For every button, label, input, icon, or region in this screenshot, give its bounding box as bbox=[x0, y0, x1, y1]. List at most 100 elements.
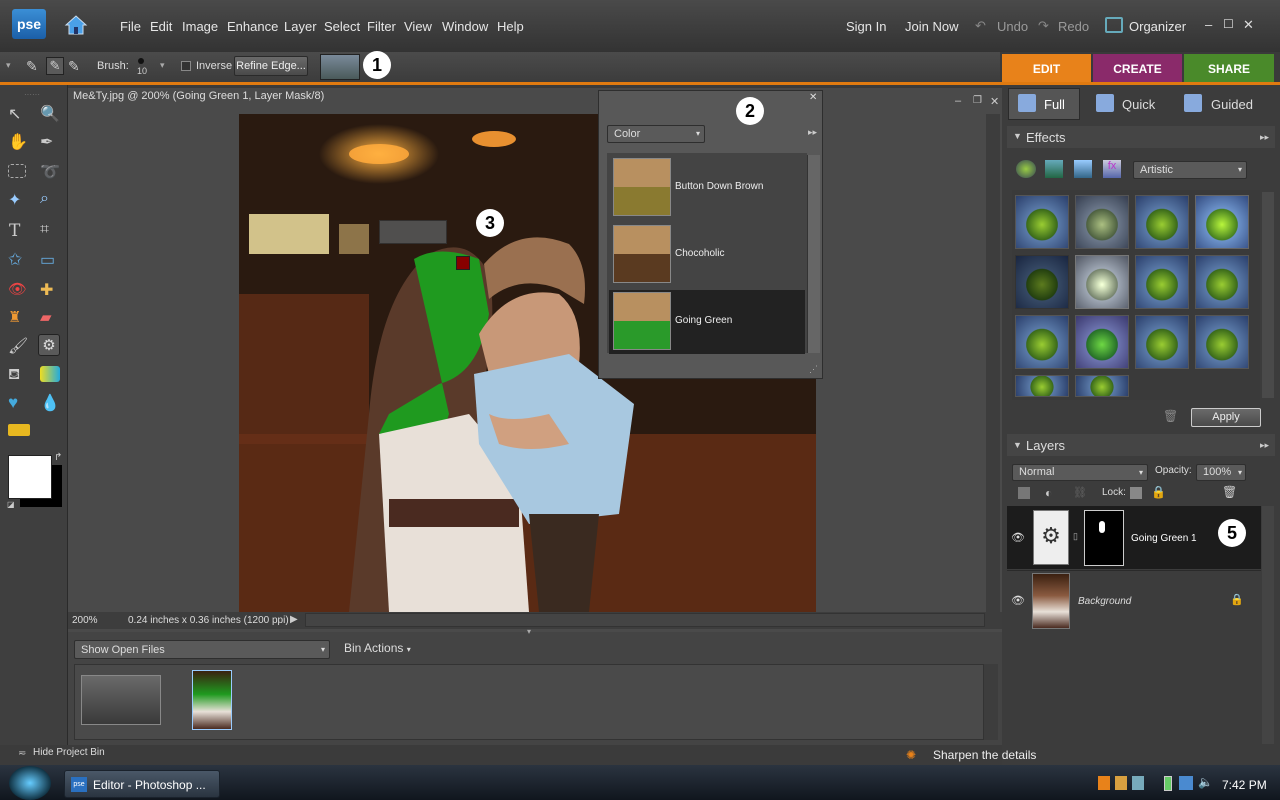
panel-resize-grip[interactable]: ⋰ bbox=[809, 364, 818, 375]
link-layers-icon[interactable]: ⛓ bbox=[1073, 486, 1087, 499]
custom-shape-tool-icon[interactable]: ✩ bbox=[8, 250, 30, 272]
brush-tool-icon[interactable]: 🖌 bbox=[8, 336, 30, 358]
doc-close-icon[interactable]: ✕ bbox=[990, 95, 999, 108]
refine-edge-button[interactable]: Refine Edge... bbox=[234, 56, 308, 76]
undo-icon[interactable]: ↶ bbox=[975, 18, 986, 34]
effect-thumb[interactable] bbox=[1135, 255, 1189, 309]
apply-button[interactable]: Apply bbox=[1191, 408, 1261, 427]
bin-thumbnail-photo[interactable] bbox=[192, 670, 232, 730]
organizer-button[interactable]: Organizer bbox=[1129, 19, 1186, 34]
info-arrow-icon[interactable]: ▶ bbox=[290, 614, 298, 625]
smart-brush-tool-icon[interactable]: ⚙ bbox=[38, 334, 60, 356]
tray-icon-1[interactable] bbox=[1098, 776, 1110, 790]
eraser-tool-icon[interactable]: ▰ bbox=[40, 308, 62, 330]
tray-icon-3[interactable] bbox=[1132, 776, 1144, 790]
menu-edit[interactable]: Edit bbox=[150, 19, 172, 34]
filters-icon[interactable] bbox=[1016, 160, 1036, 178]
effect-thumb[interactable] bbox=[1075, 315, 1129, 369]
bin-thumbnail-editor[interactable] bbox=[81, 675, 161, 725]
lock-transparent-icon[interactable] bbox=[1130, 487, 1142, 499]
paint-bucket-tool-icon[interactable]: ⛾ bbox=[8, 366, 30, 388]
menu-layer[interactable]: Layer bbox=[284, 19, 317, 34]
magic-wand-tool-icon[interactable]: ✦ bbox=[8, 190, 30, 212]
menu-filter[interactable]: Filter bbox=[367, 19, 396, 34]
layer-name[interactable]: Going Green 1 bbox=[1131, 533, 1197, 544]
battery-icon[interactable] bbox=[1164, 776, 1172, 791]
visibility-eye-icon[interactable]: 👁 bbox=[1011, 594, 1025, 607]
tray-icon-2[interactable] bbox=[1115, 776, 1127, 790]
floating-brush-toolbar[interactable] bbox=[379, 220, 447, 244]
brush-dropdown-icon[interactable]: ▾ bbox=[160, 60, 165, 71]
inverse-checkbox[interactable] bbox=[181, 61, 191, 71]
swap-colors-icon[interactable]: ↱ bbox=[54, 452, 62, 463]
menu-help[interactable]: Help bbox=[497, 19, 524, 34]
layers-menu-icon[interactable]: ▸▸ bbox=[1260, 440, 1269, 451]
visibility-eye-icon[interactable]: 👁 bbox=[1011, 531, 1025, 544]
fx-icon[interactable]: fx bbox=[1103, 160, 1121, 178]
tab-create[interactable]: CREATE bbox=[1093, 54, 1182, 84]
effect-thumb[interactable] bbox=[1015, 195, 1069, 249]
overlay-preview-dropdown[interactable] bbox=[320, 54, 360, 80]
redo-button[interactable]: Redo bbox=[1058, 19, 1089, 34]
gradient-tool-icon[interactable] bbox=[40, 366, 60, 382]
layer-mask-thumb[interactable] bbox=[1084, 510, 1124, 566]
tool-preset-dropdown-icon[interactable]: ▾ bbox=[6, 60, 11, 71]
show-open-files-dropdown[interactable]: Show Open Files ▾ bbox=[74, 640, 330, 659]
hide-project-bin-button[interactable]: Hide Project Bin bbox=[33, 747, 105, 758]
tip-text[interactable]: Sharpen the details bbox=[933, 748, 1036, 762]
add-selection-brush-icon[interactable]: ✎ bbox=[46, 57, 64, 75]
eyedropper-tool-icon[interactable]: ✒ bbox=[40, 132, 62, 154]
panel-close-icon[interactable]: ✕ bbox=[809, 92, 817, 103]
zoom-level[interactable]: 200% bbox=[72, 615, 98, 626]
start-button-icon[interactable] bbox=[9, 766, 51, 800]
menu-image[interactable]: Image bbox=[182, 19, 218, 34]
blur-tool-icon[interactable]: 💧 bbox=[40, 393, 62, 415]
panel-menu-icon[interactable]: ▸▸ bbox=[808, 127, 817, 138]
move-tool-icon[interactable]: ↖ bbox=[8, 104, 30, 126]
healing-brush-tool-icon[interactable]: ✚ bbox=[40, 280, 62, 302]
tab-quick[interactable]: Quick bbox=[1122, 97, 1155, 112]
mask-link-icon[interactable]: ▯ bbox=[1073, 531, 1078, 542]
tab-full[interactable]: Full bbox=[1044, 97, 1065, 112]
new-layer-icon[interactable] bbox=[1018, 487, 1030, 499]
tab-edit[interactable]: EDIT bbox=[1002, 54, 1091, 84]
tab-share[interactable]: SHARE bbox=[1184, 54, 1274, 84]
effect-thumb[interactable] bbox=[1015, 315, 1069, 369]
bin-collapse-icon[interactable]: ▾ bbox=[527, 627, 531, 636]
effect-thumb[interactable] bbox=[1195, 195, 1249, 249]
red-eye-tool-icon[interactable]: 👁 bbox=[8, 280, 30, 302]
quick-selection-tool-icon[interactable]: ⌕ bbox=[40, 190, 62, 212]
doc-horizontal-scrollbar[interactable] bbox=[305, 613, 985, 627]
new-selection-brush-icon[interactable]: ✎ bbox=[26, 58, 38, 75]
blend-mode-dropdown[interactable]: Normal ▾ bbox=[1012, 464, 1148, 481]
foreground-color-swatch-front[interactable] bbox=[8, 455, 52, 499]
doc-restore-icon[interactable]: ❐ bbox=[973, 95, 982, 106]
preset-item-button-down-brown[interactable]: Button Down Brown bbox=[609, 155, 805, 219]
crop-tool-icon[interactable]: ⌗ bbox=[40, 221, 62, 243]
type-tool-icon[interactable]: T bbox=[9, 221, 31, 243]
lasso-tool-icon[interactable]: ➰ bbox=[40, 162, 62, 184]
clock[interactable]: 7:42 PM bbox=[1222, 778, 1267, 792]
doc-vertical-scrollbar[interactable] bbox=[986, 114, 1000, 612]
hand-tool-icon[interactable]: ✋ bbox=[8, 132, 30, 154]
minimize-icon[interactable]: – bbox=[1205, 17, 1212, 32]
redo-icon[interactable]: ↷ bbox=[1038, 18, 1049, 34]
photo-effects-icon[interactable] bbox=[1074, 160, 1092, 178]
effect-thumb[interactable] bbox=[1075, 195, 1129, 249]
undo-button[interactable]: Undo bbox=[997, 19, 1028, 34]
quick-edit-icon[interactable] bbox=[1096, 94, 1114, 112]
preset-list-scrollbar[interactable] bbox=[807, 155, 820, 353]
bin-actions-menu[interactable]: Bin Actions ▾ bbox=[344, 641, 411, 655]
effects-trash-icon[interactable]: 🗑 bbox=[1163, 409, 1178, 423]
bin-scrollbar[interactable] bbox=[984, 664, 998, 740]
preset-item-chocoholic[interactable]: Chocoholic bbox=[609, 222, 805, 286]
menu-view[interactable]: View bbox=[404, 19, 432, 34]
effects-collapse-icon[interactable]: ▼ bbox=[1013, 131, 1022, 141]
layer-name[interactable]: Background bbox=[1078, 596, 1131, 607]
menu-file[interactable]: File bbox=[120, 19, 141, 34]
effects-scrollbar[interactable] bbox=[1262, 192, 1274, 398]
maximize-icon[interactable]: ☐ bbox=[1223, 17, 1234, 31]
guided-edit-icon[interactable] bbox=[1184, 94, 1202, 112]
full-edit-icon[interactable] bbox=[1018, 94, 1036, 112]
brush-preview-icon[interactable] bbox=[138, 58, 144, 64]
